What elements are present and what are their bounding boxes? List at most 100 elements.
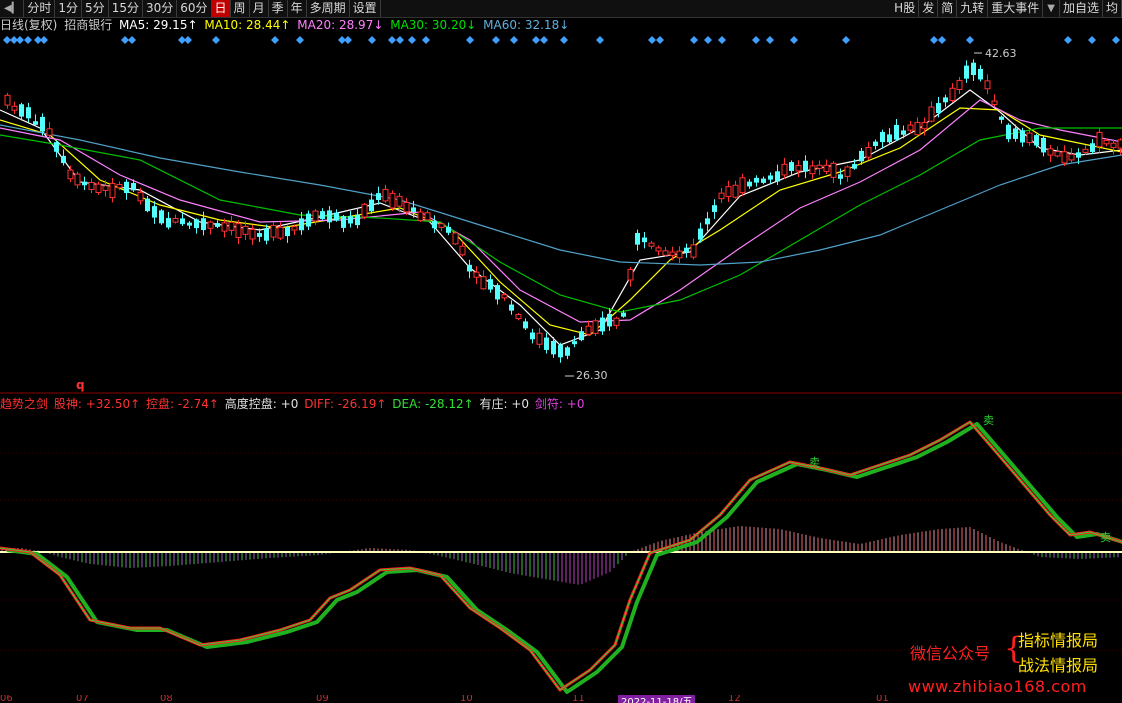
- settings-button[interactable]: 设置: [350, 0, 381, 17]
- candlestick: [446, 222, 451, 236]
- candle-body: [515, 313, 522, 320]
- candlestick: [949, 83, 956, 103]
- candlestick: [943, 94, 948, 108]
- signal-diamond: [492, 36, 500, 44]
- candle-body: [523, 321, 528, 329]
- axis-tick: 08: [160, 695, 173, 703]
- candlestick: [558, 342, 563, 363]
- candlestick: [725, 180, 732, 202]
- tab-5min[interactable]: 5分: [82, 0, 109, 17]
- candle-body: [74, 173, 81, 186]
- h-share-button[interactable]: H股: [891, 0, 920, 17]
- candle-body: [921, 121, 928, 130]
- candle-body: [1026, 132, 1033, 144]
- signal-diamond: [596, 36, 604, 44]
- tab-1min[interactable]: 1分: [55, 0, 83, 17]
- back-arrow-icon[interactable]: ◀▎: [0, 0, 25, 17]
- tab-15min[interactable]: 15分: [109, 0, 143, 17]
- candlestick: [648, 240, 655, 249]
- candle-body: [61, 155, 66, 164]
- signal-diamond: [121, 36, 129, 44]
- jian-button[interactable]: 简: [938, 0, 958, 17]
- candle-body: [145, 198, 150, 212]
- add-watchlist-button[interactable]: 加自选: [1060, 0, 1103, 17]
- candle-body: [761, 178, 766, 183]
- candlestick: [509, 300, 514, 315]
- candle-body: [823, 164, 830, 172]
- tab-weekly[interactable]: 周: [231, 0, 250, 17]
- axis-tick: 09: [316, 695, 329, 703]
- tab-daily[interactable]: 日: [211, 0, 231, 17]
- candlestick: [887, 128, 892, 145]
- candlestick: [712, 199, 717, 219]
- candlestick: [865, 141, 872, 161]
- candle-body: [1076, 152, 1081, 158]
- watermark: 微信公众号 { 指标情报局 战法情报局 www.zhibiao168.com: [908, 625, 1122, 703]
- tab-fenshi[interactable]: 分时: [24, 0, 56, 17]
- candlestick: [172, 214, 179, 224]
- indicator-name[interactable]: 趋势之剑: [0, 397, 48, 411]
- candle-body: [795, 165, 802, 172]
- candle-body: [775, 171, 780, 182]
- candlestick: [95, 181, 102, 195]
- tab-quarterly[interactable]: 季: [269, 0, 288, 17]
- jianfu-value: 剑符: +0: [534, 397, 585, 411]
- candle-body: [1096, 131, 1103, 148]
- candle-body: [88, 182, 95, 190]
- candle-body: [501, 294, 508, 299]
- major-events-button[interactable]: 重大事件: [988, 0, 1044, 17]
- candle-body: [166, 218, 171, 228]
- signal-diamond: [690, 36, 698, 44]
- signal-diamond: [510, 36, 518, 44]
- dropdown-arrow-icon[interactable]: ▼: [1043, 0, 1060, 17]
- candlesticks: [4, 59, 1122, 363]
- candle-body: [789, 162, 794, 171]
- candlestick: [11, 101, 18, 114]
- account-name-1: 指标情报局: [1018, 631, 1099, 650]
- axis-tick: 01: [876, 695, 889, 703]
- tab-60min[interactable]: 60分: [177, 0, 212, 17]
- candle-body: [11, 105, 18, 111]
- average-button[interactable]: 均: [1103, 0, 1122, 17]
- candle-body: [264, 228, 269, 241]
- kline-chart[interactable]: 42.63 26.30 卖 卖 卖: [0, 0, 1122, 703]
- candlestick: [1047, 144, 1054, 162]
- signal-diamond: [704, 36, 712, 44]
- candle-body: [376, 193, 381, 200]
- candle-body: [180, 218, 185, 225]
- candle-body: [585, 325, 592, 335]
- candlestick: [382, 184, 389, 203]
- period-label[interactable]: 日线(复权): [0, 18, 57, 32]
- candlestick: [830, 161, 837, 184]
- candlestick: [642, 232, 647, 249]
- candlestick: [789, 160, 794, 176]
- candle-body: [592, 320, 599, 334]
- candle-body: [978, 68, 983, 80]
- candlestick: [124, 179, 129, 200]
- jiuzhuan-button[interactable]: 九转: [957, 0, 989, 17]
- candlestick: [523, 318, 528, 330]
- candlestick: [515, 312, 522, 321]
- candlestick: [1090, 139, 1095, 155]
- right-toolbar: H股 发 简 九转 重大事件 ▼ 加自选 均: [891, 0, 1122, 17]
- tab-multi-period[interactable]: 多周期: [307, 0, 350, 17]
- candlestick: [235, 219, 242, 245]
- tab-yearly[interactable]: 年: [288, 0, 307, 17]
- candlestick: [747, 179, 752, 189]
- candlestick: [270, 222, 277, 241]
- candle-body: [396, 195, 403, 207]
- candlestick: [768, 172, 773, 184]
- candle-body: [33, 121, 38, 125]
- signal-diamond: [368, 36, 376, 44]
- candle-body: [964, 65, 969, 79]
- axis-tick: 12: [728, 695, 741, 703]
- candle-body: [558, 344, 563, 358]
- fa-button[interactable]: 发: [919, 0, 939, 17]
- candle-body: [838, 174, 843, 179]
- tab-30min[interactable]: 30分: [143, 0, 178, 17]
- candlestick: [1068, 148, 1075, 163]
- candle-body: [544, 337, 549, 350]
- candle-body: [235, 223, 242, 239]
- signal-diamond: [296, 36, 304, 44]
- tab-monthly[interactable]: 月: [250, 0, 269, 17]
